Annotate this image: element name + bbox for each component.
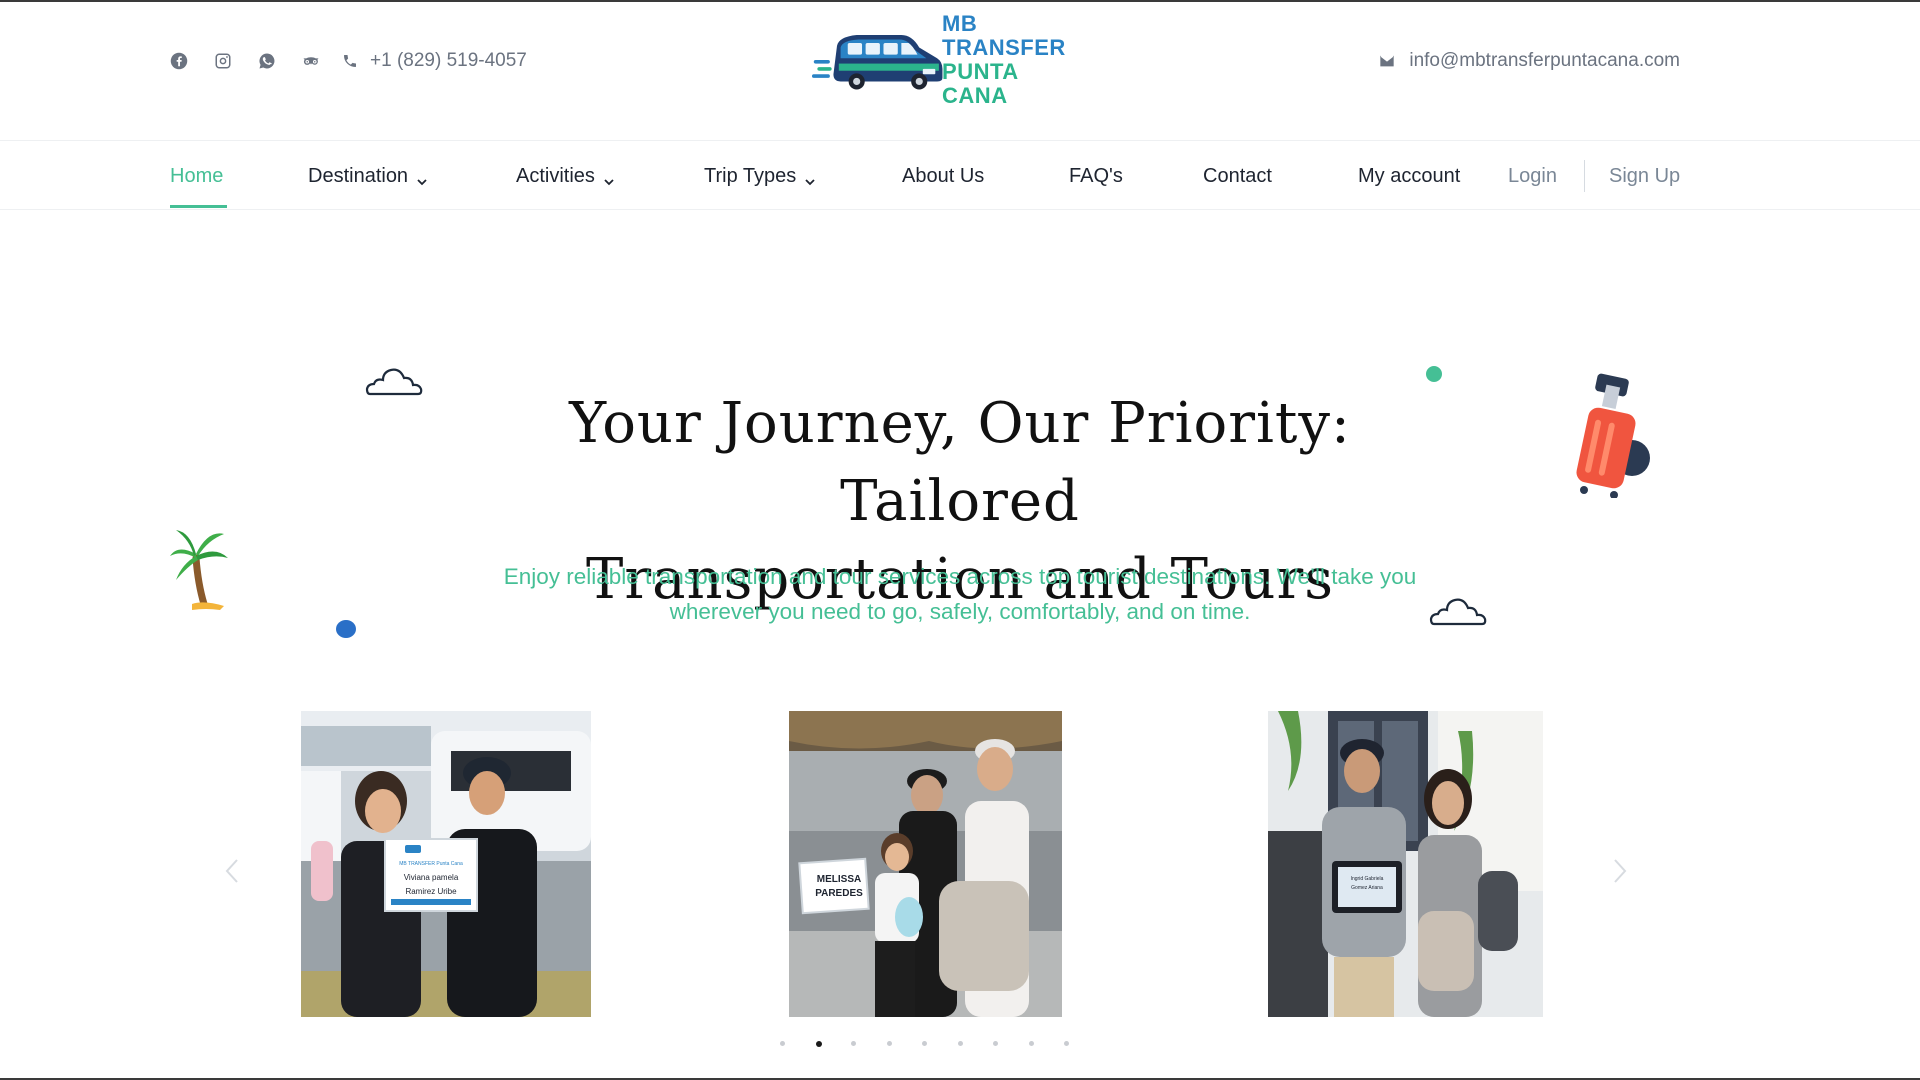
email-link[interactable]: info@mbtransferpuntacana.com [1379, 50, 1680, 72]
suitcase-icon [1576, 373, 1650, 498]
email-address: info@mbtransferpuntacana.com [1409, 50, 1680, 71]
site-logo[interactable]: MB TRANSFER PUNTA CANA [812, 12, 1090, 108]
blue-dot-decoration [336, 620, 356, 638]
nav-contact[interactable]: Contact [1203, 165, 1272, 188]
slide-3-sign: Ingrid Gabriela Gomez Ariana [1338, 875, 1396, 893]
instagram-icon[interactable] [212, 50, 234, 72]
phone-icon [344, 55, 356, 67]
carousel-dot[interactable] [922, 1041, 927, 1046]
nav-home-label: Home [170, 165, 224, 187]
nav-activities-label: Activities [516, 165, 595, 187]
green-dot-decoration [1426, 366, 1442, 382]
whatsapp-icon[interactable] [256, 50, 278, 72]
van-logo-icon [812, 34, 943, 90]
carousel-dot[interactable] [851, 1041, 856, 1046]
chevron-right-icon [1614, 859, 1627, 883]
logo-line-1: MB TRANSFER [942, 11, 1066, 60]
top-bar: +1 (829) 519-4057 MB TRANSFER PUNTA CANA… [0, 0, 1920, 140]
login-link[interactable]: Login [1508, 165, 1557, 188]
nav-home[interactable]: Home [170, 165, 223, 188]
nav-trip-types-label: Trip Types [704, 165, 797, 187]
phone-number: +1 (829) 519-4057 [370, 50, 527, 71]
signup-label: Sign Up [1609, 165, 1681, 187]
nav-contact-label: Contact [1203, 165, 1272, 187]
carousel-dot[interactable] [815, 1040, 822, 1047]
tripadvisor-icon[interactable] [300, 50, 322, 72]
chevron-down-icon [804, 171, 816, 185]
chevron-down-icon [416, 171, 428, 185]
hero-subtitle-line-1: Enjoy reliable transportation and tour s… [503, 564, 1417, 589]
chevron-left-icon [225, 859, 238, 883]
slide-1-sign-line-1: Viviana pamela [403, 873, 459, 882]
nav-active-underline [170, 205, 227, 208]
mail-icon [1380, 55, 1395, 67]
phone-link[interactable]: +1 (829) 519-4057 [342, 50, 527, 72]
main-nav: Home Destination Activities Trip Types A… [0, 140, 1920, 210]
nav-activities[interactable]: Activities [516, 165, 615, 188]
slide-1-sign: MB TRANSFER Punta Cana Viviana pamela Ra… [387, 857, 475, 899]
chevron-down-icon [603, 171, 615, 185]
slide-3-sign-line-2: Gomez Ariana [1351, 885, 1383, 891]
logo-line-2: PUNTA CANA [942, 59, 1018, 108]
hero-subtitle-line-2: wherever you need to go, safely, comfort… [669, 599, 1251, 624]
carousel-next-button[interactable] [1609, 856, 1631, 886]
carousel-dot[interactable] [993, 1041, 998, 1046]
slide-1-sign-line-2: Ramirez Uribe [405, 887, 457, 896]
cloud-icon [365, 368, 423, 396]
carousel-slide-3[interactable]: Ingrid Gabriela Gomez Ariana [1268, 711, 1543, 1017]
login-label: Login [1508, 165, 1557, 187]
nav-my-account-label: My account [1358, 165, 1461, 187]
carousel-dot[interactable] [1064, 1041, 1069, 1046]
nav-about-us[interactable]: About Us [902, 165, 984, 188]
slide-2-photo [789, 711, 1062, 1017]
facebook-icon[interactable] [168, 50, 190, 72]
logo-wordmark: MB TRANSFER PUNTA CANA [942, 12, 1090, 108]
slide-2-sign: MELISSA PAREDES [809, 873, 869, 901]
slide-3-photo [1268, 711, 1543, 1017]
carousel-slide-2[interactable]: MELISSA PAREDES [789, 711, 1062, 1017]
signup-link[interactable]: Sign Up [1609, 165, 1680, 188]
slide-1-sign-header: MB TRANSFER Punta Cana [399, 861, 463, 867]
nav-destination-label: Destination [308, 165, 409, 187]
nav-about-us-label: About Us [902, 165, 985, 187]
nav-trip-types[interactable]: Trip Types [704, 165, 816, 188]
carousel-dot[interactable] [780, 1041, 785, 1046]
social-links: +1 (829) 519-4057 [168, 50, 527, 72]
carousel-slide-1[interactable]: MB TRANSFER Punta Cana Viviana pamela Ra… [301, 711, 591, 1017]
slide-2-sign-line-1: MELISSA [816, 874, 862, 885]
hero-title-line-1: Your Journey, Our Priority: Tailored [569, 391, 1351, 534]
carousel-dot[interactable] [886, 1041, 892, 1046]
carousel-pagination [780, 1040, 1080, 1051]
carousel-prev-button[interactable] [221, 856, 243, 886]
carousel-dot[interactable] [957, 1041, 963, 1046]
hero-subtitle: Enjoy reliable transportation and tour s… [430, 559, 1490, 629]
carousel-dot[interactable] [1028, 1041, 1034, 1046]
nav-faqs-label: FAQ's [1069, 165, 1123, 187]
nav-my-account[interactable]: My account [1358, 165, 1460, 188]
palm-tree-icon [170, 530, 228, 610]
slide-2-sign-line-2: PAREDES [815, 888, 863, 899]
slide-3-sign-line-1: Ingrid Gabriela [1350, 876, 1384, 882]
auth-divider [1584, 160, 1585, 192]
nav-faqs[interactable]: FAQ's [1069, 165, 1123, 188]
nav-destination[interactable]: Destination [308, 165, 428, 188]
